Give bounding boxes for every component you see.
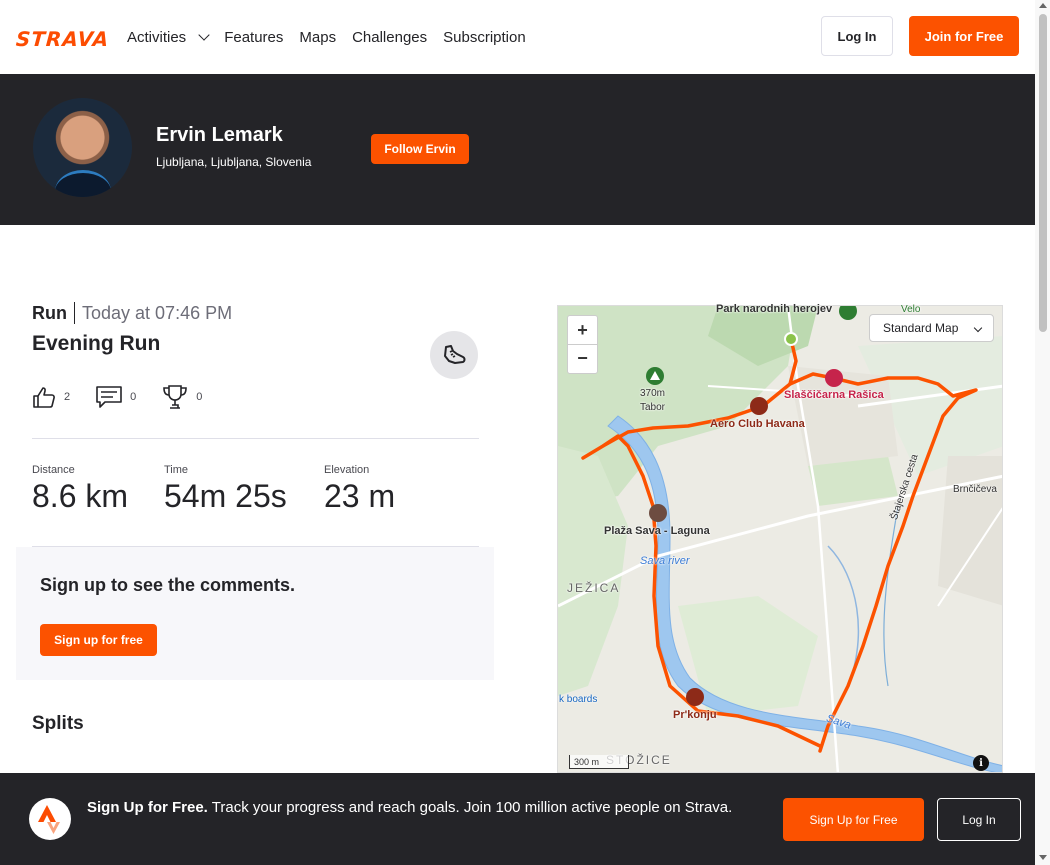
join-button[interactable]: Join for Free	[909, 16, 1019, 56]
strava-chevron-icon	[38, 805, 60, 834]
strava-logo[interactable]: STRAVA	[15, 27, 110, 51]
athlete-name[interactable]: Ervin Lemark	[156, 124, 283, 147]
map-label-sava-river: Sava river	[640, 555, 690, 567]
comments-button[interactable]: 0	[96, 385, 136, 409]
comments-signup-title: Sign up to see the comments.	[40, 575, 296, 595]
athlete-location: Ljubljana, Ljubljana, Slovenia	[156, 155, 312, 169]
stat-value: 54m 25s	[164, 478, 287, 514]
map-label-slascicarna: Slaščičarna Rašica	[784, 389, 884, 401]
stat-label: Elevation	[324, 464, 370, 476]
nav-maps[interactable]: Maps	[299, 29, 336, 46]
achievements-count: 0	[196, 391, 203, 403]
zoom-controls: + −	[567, 315, 598, 374]
strava-mark-icon	[29, 798, 71, 840]
thumbs-up-icon	[33, 387, 55, 408]
signup-banner-text: Sign Up for Free. Track your progress an…	[87, 797, 757, 819]
stat-time: Time 54m 25s	[164, 464, 287, 515]
stat-value: 8.6 km	[32, 478, 129, 514]
nav-subscription[interactable]: Subscription	[443, 29, 526, 46]
stat-label: Time	[164, 464, 189, 476]
activity-map[interactable]	[557, 305, 1003, 773]
map-label-peak-sub: Tabor	[640, 402, 666, 413]
map-label-prkonju: Pr'konju	[673, 709, 717, 721]
kudos-button[interactable]: 2	[32, 385, 70, 409]
map-label-peak: 370m	[640, 388, 666, 399]
map-type-label: Standard Map	[883, 321, 959, 335]
map-label-boards: k boards	[559, 694, 598, 705]
comments-signup-box: Sign up to see the comments. Sign up for…	[16, 547, 494, 680]
sport-type-badge	[430, 331, 478, 379]
map-label-park: Park narodnih herojev	[716, 303, 833, 315]
map-label-aeroclub: Aero Club Havana	[710, 418, 805, 430]
achievements-button[interactable]: 0	[162, 384, 202, 410]
map-canvas[interactable]	[558, 306, 1003, 773]
signup-banner-body: Track your progress and reach goals. Joi…	[211, 799, 733, 816]
activity-date: Today at 07:46 PM	[82, 303, 233, 323]
scroll-down-arrow[interactable]	[1039, 855, 1047, 860]
map-label-jezica: JEŽICA	[567, 581, 621, 595]
activity-header: Run Today at 07:46 PM	[32, 302, 232, 324]
banner-login-button[interactable]: Log In	[937, 798, 1021, 841]
trophy-icon	[163, 385, 188, 409]
top-navigation: STRAVA Activities Features Maps Challeng…	[0, 0, 1035, 74]
athlete-avatar[interactable]	[33, 98, 132, 197]
zoom-in-button[interactable]: +	[568, 316, 597, 344]
nav-activities[interactable]: Activities	[127, 28, 210, 46]
activity-title: Evening Run	[32, 332, 161, 355]
stat-distance: Distance 8.6 km	[32, 464, 128, 515]
social-stats: 2 0 0	[32, 384, 228, 410]
comment-icon	[96, 386, 122, 408]
signup-banner: Sign Up for Free. Track your progress an…	[0, 773, 1035, 865]
comments-signup-button[interactable]: Sign up for free	[40, 624, 157, 656]
stat-value: 23 m	[324, 478, 396, 514]
login-button[interactable]: Log In	[821, 16, 893, 56]
scroll-up-arrow[interactable]	[1039, 3, 1047, 8]
activity-type: Run	[32, 302, 75, 324]
signup-banner-bold: Sign Up for Free.	[87, 799, 208, 816]
map-label-plaza: Plaža Sava - Laguna	[604, 525, 710, 537]
splits-title: Splits	[32, 713, 84, 734]
main-nav: Activities Features Maps Challenges Subs…	[127, 0, 526, 74]
map-type-select[interactable]: Standard Map	[869, 314, 994, 342]
nav-activities-label: Activities	[127, 28, 187, 46]
running-shoe-icon	[444, 345, 466, 364]
map-label-brnciceva: Brnčičeva	[953, 484, 997, 495]
zoom-out-button[interactable]: −	[568, 344, 597, 372]
chevron-down-icon	[198, 29, 210, 41]
kudos-count: 2	[64, 391, 71, 403]
banner-signup-button[interactable]: Sign Up for Free	[783, 798, 924, 841]
nav-features[interactable]: Features	[224, 29, 283, 46]
chevron-down-icon	[973, 323, 983, 333]
stat-elevation: Elevation 23 m	[324, 464, 395, 515]
stat-label: Distance	[32, 464, 75, 476]
athlete-header: Ervin Lemark Ljubljana, Ljubljana, Slove…	[0, 74, 1035, 225]
comments-count: 0	[130, 391, 137, 403]
scrollbar-thumb[interactable]	[1039, 14, 1047, 332]
follow-button[interactable]: Follow Ervin	[371, 134, 469, 164]
map-info-icon[interactable]: i	[973, 755, 989, 771]
map-scale: 300 m	[569, 755, 629, 769]
nav-challenges[interactable]: Challenges	[352, 29, 427, 46]
divider	[32, 438, 479, 439]
